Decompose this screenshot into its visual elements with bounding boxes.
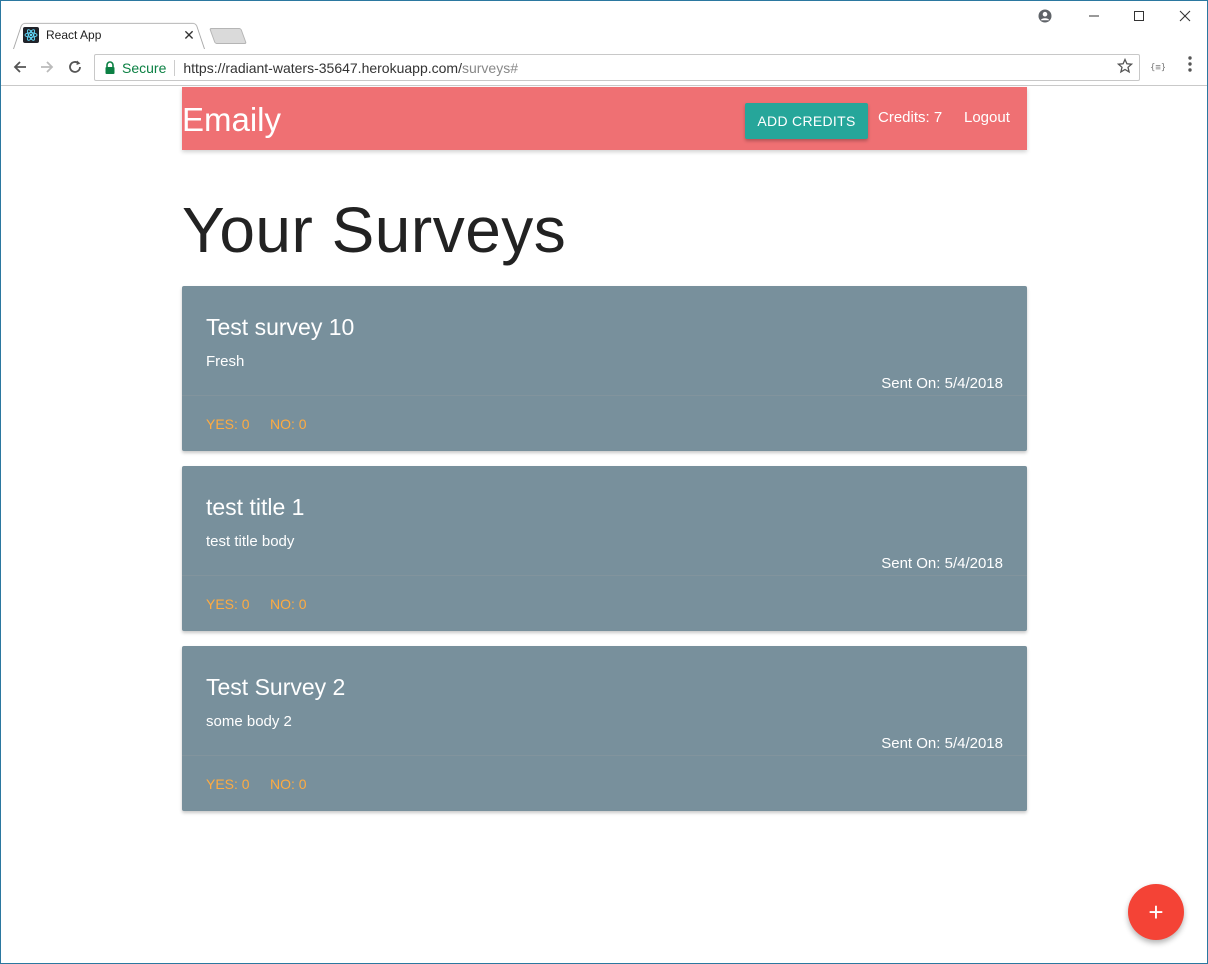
add-credits-button[interactable]: ADD CREDITS: [745, 103, 868, 139]
url-host: https://radiant-waters-35647.herokuapp.c…: [183, 59, 462, 76]
extension-icon[interactable]: {≡}: [1149, 60, 1166, 75]
svg-text:{≡}: {≡}: [1150, 63, 1165, 72]
survey-title: Test Survey 2: [206, 674, 346, 700]
survey-title: test title 1: [206, 494, 305, 520]
plus-icon: +: [1148, 896, 1164, 927]
omnibox-separator: [174, 59, 176, 76]
page-content: Emaily ADD CREDITS Credits: 7 Logout You…: [1, 87, 1207, 963]
survey-card: test title 1 test title body Sent On: 5/…: [182, 466, 1027, 631]
survey-body: test title body: [206, 533, 295, 550]
new-tab-button[interactable]: [209, 28, 247, 44]
url-path: surveys#: [461, 59, 518, 76]
survey-body: some body 2: [206, 713, 292, 730]
survey-title: Test survey 10: [206, 314, 355, 340]
survey-sent-date: Sent On: 5/4/2018: [881, 555, 1003, 572]
survey-sent-date: Sent On: 5/4/2018: [881, 375, 1003, 392]
survey-yes-count[interactable]: YES: 0: [206, 416, 250, 432]
tab-strip: React App ✕: [1, 1, 1207, 49]
tab-close-icon[interactable]: ✕: [181, 27, 197, 44]
brand-logo[interactable]: Emaily: [182, 101, 281, 139]
reload-icon[interactable]: [63, 55, 87, 79]
bookmark-star-icon[interactable]: [1116, 57, 1134, 79]
browser-window: React App ✕ Secure https://radiant-water…: [0, 0, 1208, 964]
address-bar[interactable]: Secure https://radiant-waters-35647.hero…: [94, 54, 1140, 81]
tab-title: React App: [46, 28, 102, 42]
minimize-icon[interactable]: [1082, 5, 1106, 27]
card-divider: [182, 395, 1027, 396]
survey-sent-date: Sent On: 5/4/2018: [881, 735, 1003, 752]
survey-card: Test survey 10 Fresh Sent On: 5/4/2018 Y…: [182, 286, 1027, 451]
survey-no-count[interactable]: NO: 0: [270, 416, 307, 432]
survey-body: Fresh: [206, 353, 245, 370]
forward-arrow-icon[interactable]: [35, 55, 59, 79]
add-survey-button[interactable]: +: [1128, 884, 1184, 940]
logout-link[interactable]: Logout: [964, 109, 1010, 126]
card-divider: [182, 755, 1027, 756]
menu-dots-icon[interactable]: [1183, 55, 1197, 73]
secure-label: Secure: [122, 59, 167, 76]
close-icon[interactable]: [1173, 5, 1197, 27]
survey-yes-count[interactable]: YES: 0: [206, 776, 250, 792]
credits-count: Credits: 7: [878, 109, 943, 126]
react-icon: [23, 27, 39, 43]
survey-no-count[interactable]: NO: 0: [270, 776, 307, 792]
survey-card: Test Survey 2 some body 2 Sent On: 5/4/2…: [182, 646, 1027, 811]
maximize-icon[interactable]: [1127, 5, 1151, 27]
page-title: Your Surveys: [182, 194, 567, 266]
back-arrow-icon[interactable]: [8, 55, 32, 79]
survey-yes-count[interactable]: YES: 0: [206, 596, 250, 612]
app-navbar: Emaily ADD CREDITS Credits: 7 Logout: [182, 87, 1027, 150]
lock-icon: [104, 60, 116, 75]
profile-icon[interactable]: [1033, 5, 1057, 27]
survey-no-count[interactable]: NO: 0: [270, 596, 307, 612]
card-divider: [182, 575, 1027, 576]
browser-tab-content[interactable]: React App ✕: [21, 23, 201, 47]
browser-toolbar: Secure https://radiant-waters-35647.hero…: [1, 49, 1207, 86]
